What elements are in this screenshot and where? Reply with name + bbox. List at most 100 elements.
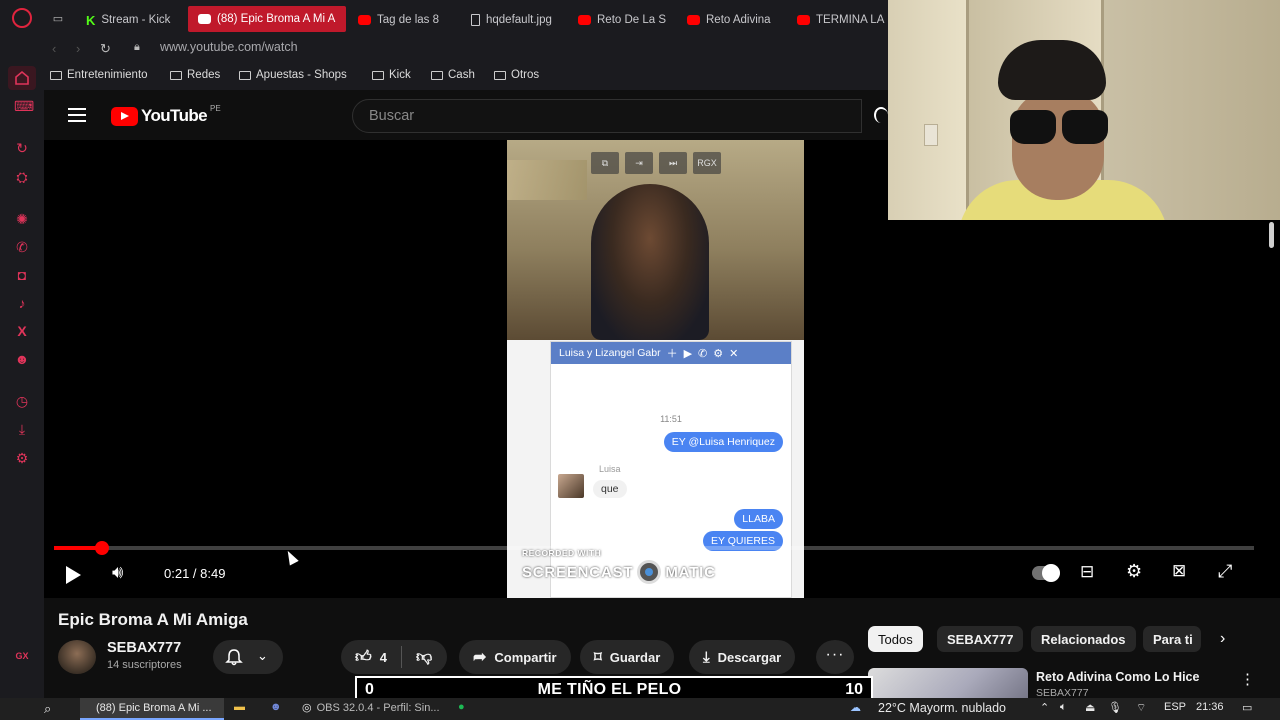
- page-scrollbar[interactable]: [1269, 222, 1274, 248]
- gamepad-icon[interactable]: ⌨: [14, 98, 34, 114]
- taskbar-opera-window[interactable]: (88) Epic Broma A Mi ...: [80, 698, 224, 720]
- taskbar-obs-window[interactable]: ◎ OBS 32.0.4 - Perfil: Sin...: [302, 701, 440, 715]
- popout-icon[interactable]: ⧉: [591, 152, 619, 174]
- tiktok-icon[interactable]: ♪: [14, 295, 30, 311]
- discord-icon[interactable]: ☻: [270, 701, 282, 713]
- like-icon[interactable]: 👍︎: [355, 648, 372, 667]
- video-overlay-toolbar: ⧉ ⇥ ⏭ RGX: [591, 152, 721, 174]
- home-icon[interactable]: [8, 66, 36, 90]
- chat-message-text: EY @Luisa Henriquez: [671, 436, 775, 448]
- reload-icon[interactable]: ↻: [100, 41, 111, 57]
- play-icon[interactable]: [66, 566, 81, 584]
- bookmark-entretenimiento[interactable]: Entretenimiento: [50, 69, 148, 81]
- hamburger-menu-icon[interactable]: [68, 108, 86, 122]
- dislike-icon[interactable]: 👎︎: [416, 648, 432, 667]
- chat-avatar: [558, 474, 584, 498]
- time-display: 0:21 / 8:49: [164, 566, 226, 581]
- back-icon[interactable]: ‹: [52, 41, 56, 56]
- subscription-bell-button[interactable]: ⌄: [213, 640, 283, 674]
- bookmark-icon: ⌑: [594, 649, 602, 666]
- chip-sebax777[interactable]: SEBAX777: [937, 626, 1024, 652]
- language-indicator[interactable]: ESP: [1164, 701, 1186, 713]
- chip-todos[interactable]: Todos: [868, 626, 923, 652]
- bookmarks-bar: Entretenimiento Redes Apuestas - Shops K…: [44, 62, 888, 90]
- bookmark-cash[interactable]: Cash: [431, 69, 475, 81]
- settings-icon[interactable]: ⚙: [14, 450, 30, 466]
- opera-gx-logo-icon[interactable]: [12, 8, 32, 28]
- tab-stream-kick[interactable]: K Stream - Kick: [86, 8, 176, 32]
- forward-icon[interactable]: ›: [76, 41, 80, 56]
- progress-bar[interactable]: [54, 541, 1254, 555]
- tab-tag-de-las-8[interactable]: Tag de las 8: [358, 8, 448, 32]
- weather-text[interactable]: 22°C Mayorm. nublado: [878, 701, 1006, 715]
- video-frame: ⧉ ⇥ ⏭ RGX Luisa y Lizangel Gabr ＋ ▶ ✆ ⚙ …: [507, 140, 804, 598]
- tab-reto-adivina[interactable]: Reto Adivina: [687, 8, 779, 32]
- bookmark-otros[interactable]: Otros: [494, 69, 539, 81]
- windows-start-icon[interactable]: [9, 702, 23, 716]
- wifi-icon[interactable]: ⌔: [1136, 701, 1146, 715]
- discord-icon[interactable]: ☻: [14, 351, 30, 367]
- tab-hqdefault[interactable]: hqdefault.jpg: [471, 8, 559, 32]
- search-input[interactable]: Buscar: [352, 99, 862, 133]
- subscriber-count: 14 suscriptores: [107, 659, 182, 671]
- whatsapp-icon[interactable]: ✆: [14, 239, 30, 255]
- more-actions-button[interactable]: ···: [816, 640, 854, 674]
- kick-icon: K: [86, 12, 96, 28]
- bookmark-apuestas-shops[interactable]: Apuestas - Shops: [239, 69, 347, 81]
- vertical-dots-icon[interactable]: ⋮: [1240, 670, 1255, 688]
- url-field[interactable]: www.youtube.com/watch: [160, 40, 298, 54]
- autoplay-toggle[interactable]: [1032, 564, 1060, 582]
- subtitles-icon[interactable]: ⊟: [1080, 562, 1094, 582]
- browser-sidebar: ▭ ⌨ ↻ ⛭ ✺ ✆ ◘ ♪ X ☻ ◷ ⤓ ⚙ GX: [0, 0, 63, 698]
- search-icon[interactable]: [874, 107, 888, 123]
- folder-icon: [494, 70, 506, 80]
- x-twitter-icon[interactable]: X: [14, 323, 30, 339]
- usb-icon[interactable]: ⏏: [1085, 701, 1095, 714]
- volume-icon[interactable]: 🔊︎: [112, 562, 123, 583]
- download-button[interactable]: ⤓ Descargar: [689, 640, 796, 674]
- chatgpt-icon[interactable]: ✺: [14, 211, 30, 227]
- chip-relacionados[interactable]: Relacionados: [1031, 626, 1136, 652]
- tab-reto-de-la-s[interactable]: Reto De La S: [578, 8, 668, 32]
- bell-icon: [225, 649, 243, 666]
- search-icon[interactable]: ⌕: [44, 701, 51, 717]
- recommendation-title[interactable]: Reto Adivina Como Lo Hice: [1036, 670, 1199, 684]
- enter-icon[interactable]: ⇥: [625, 152, 653, 174]
- rgx-button[interactable]: RGX: [693, 152, 721, 174]
- theater-mode-icon[interactable]: ⊠: [1172, 561, 1186, 581]
- chevron-up-icon[interactable]: ⌃: [1040, 701, 1049, 714]
- clock[interactable]: 21:36: [1196, 701, 1224, 713]
- recommendation-thumbnail[interactable]: [868, 668, 1028, 698]
- bookmark-kick[interactable]: Kick: [372, 69, 411, 81]
- volume-tray-icon[interactable]: 🔈︎: [1060, 701, 1067, 714]
- gx-corner-icon[interactable]: ↻: [14, 140, 30, 156]
- gx-control-icon[interactable]: ⛭: [14, 169, 30, 185]
- overlay-left-number: 0: [365, 681, 374, 698]
- spotify-icon[interactable]: ●: [458, 701, 465, 713]
- progress-scrubber[interactable]: [95, 541, 109, 555]
- webcam-sunglasses: [1010, 110, 1108, 144]
- history-icon[interactable]: ◷: [14, 393, 30, 409]
- fullscreen-icon[interactable]: ⤢: [1218, 561, 1232, 582]
- save-button[interactable]: ⌑ Guardar: [580, 640, 675, 674]
- chevron-right-icon[interactable]: ›: [1220, 630, 1225, 648]
- chevron-down-icon: ⌄: [257, 648, 268, 663]
- tab-termina-la[interactable]: TERMINA LA: [797, 8, 887, 32]
- tab-epic-broma[interactable]: (88) Epic Broma A Mi A: [188, 6, 346, 32]
- tab-menu-icon[interactable]: ▭: [50, 11, 66, 27]
- chip-para-ti[interactable]: Para ti: [1143, 626, 1201, 652]
- settings-gear-icon[interactable]: ⚙: [1126, 561, 1142, 582]
- youtube-logo[interactable]: YouTube PE: [111, 104, 221, 126]
- file-explorer-icon[interactable]: ▬: [234, 701, 245, 713]
- microphone-icon[interactable]: 🎙︎: [1108, 701, 1122, 714]
- channel-avatar[interactable]: [58, 640, 96, 674]
- instagram-icon[interactable]: ◘: [14, 267, 30, 283]
- channel-name[interactable]: SEBAX777: [107, 640, 181, 656]
- skip-icon[interactable]: ⏭: [659, 152, 687, 174]
- overlay-right-number: 10: [845, 681, 863, 698]
- notification-icon[interactable]: ▭: [1242, 701, 1252, 714]
- share-button[interactable]: ➦ Compartir: [459, 640, 571, 674]
- downloads-icon[interactable]: ⤓: [14, 421, 30, 437]
- bookmark-redes[interactable]: Redes: [170, 69, 220, 81]
- youtube-icon: [358, 15, 371, 25]
